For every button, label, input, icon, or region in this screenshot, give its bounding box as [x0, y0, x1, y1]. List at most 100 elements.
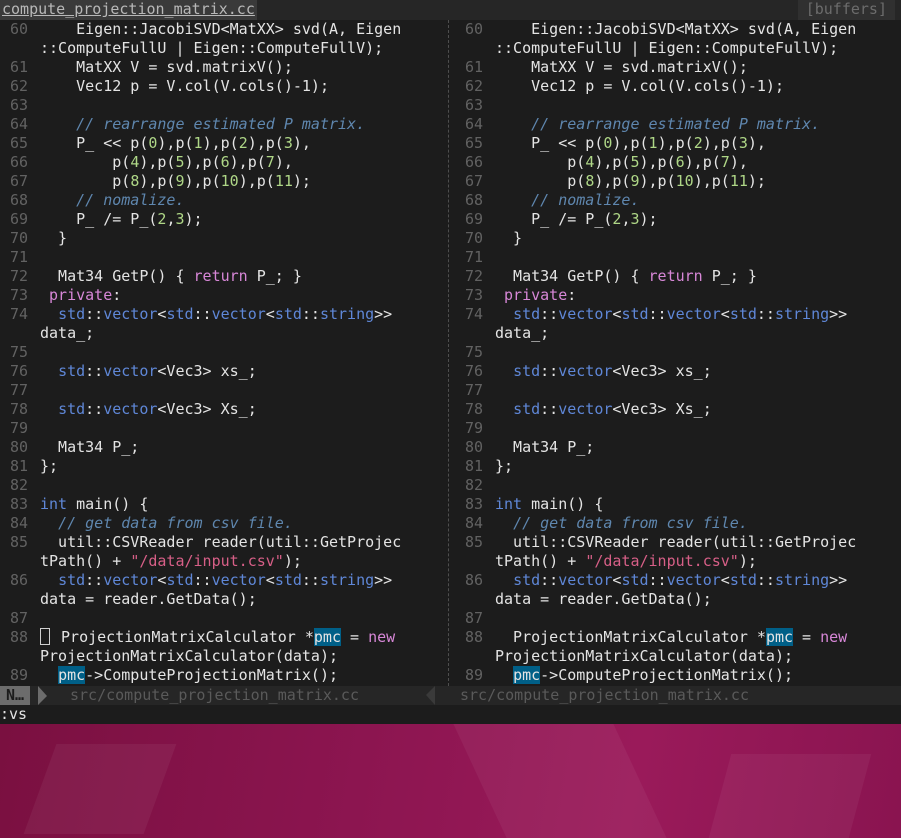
code-line[interactable]: 62 Vec12 p = V.col(V.cols()-1); — [0, 77, 443, 96]
code-line[interactable]: 76 std::vector<Vec3> xs_; — [455, 362, 901, 381]
editor-pane-right[interactable]: 60 Eigen::JacobiSVD<MatXX> svd(A, Eigen:… — [455, 20, 901, 686]
code-token: vector — [558, 400, 613, 418]
code-line[interactable]: 80 Mat34 P_; — [455, 438, 901, 457]
code-line[interactable]: 72 Mat34 GetP() { return P_; } — [0, 267, 443, 286]
code-line[interactable]: 78 std::vector<Vec3> Xs_; — [0, 400, 443, 419]
code-line[interactable]: 84 // get data from csv file. — [455, 514, 901, 533]
pane-divider[interactable] — [443, 20, 455, 686]
tab-active-file[interactable]: compute_projection_matrix.cc — [0, 0, 257, 20]
code-line[interactable]: tPath() + "/data/input.csv"); — [455, 552, 901, 571]
line-number: 86 — [9, 571, 28, 589]
code-line[interactable]: 74 std::vector<std::vector<std::string>> — [455, 305, 901, 324]
terminal-window[interactable]: compute_projection_matrix.cc [buffers] 6… — [0, 0, 901, 724]
code-line[interactable]: 73 private: — [0, 286, 443, 305]
code-line[interactable]: ProjectionMatrixCalculator(data); — [455, 647, 901, 666]
code-line[interactable]: 66 p(4),p(5),p(6),p(7), — [0, 153, 443, 172]
code-line[interactable]: 71 — [0, 248, 443, 267]
code-line[interactable]: 69 P_ /= P_(2,3); — [0, 210, 443, 229]
code-token: vector — [103, 400, 158, 418]
code-token: std — [166, 571, 194, 589]
code-line[interactable]: 63 — [455, 96, 901, 115]
code-line[interactable]: 77 — [455, 381, 901, 400]
code-token: 8 — [585, 172, 595, 190]
line-number: 70 — [464, 229, 483, 247]
code-line[interactable]: 88 ProjectionMatrixCalculator *pmc = new — [0, 628, 443, 647]
code-line[interactable]: 81}; — [0, 457, 443, 476]
code-line[interactable]: 64 // rearrange estimated P matrix. — [455, 115, 901, 134]
code-token: ),p( — [594, 172, 631, 190]
code-line[interactable]: data_; — [0, 324, 443, 343]
code-line[interactable]: 83 int main() { — [0, 495, 443, 514]
code-line[interactable]: 62 Vec12 p = V.col(V.cols()-1); — [455, 77, 901, 96]
code-line[interactable]: 87 — [455, 609, 901, 628]
code-line[interactable]: 82 — [455, 476, 901, 495]
code-line[interactable]: 68 // nomalize. — [0, 191, 443, 210]
code-line[interactable]: 89 pmc->ComputeProjectionMatrix(); — [0, 666, 443, 685]
code-line[interactable]: 88 ProjectionMatrixCalculator *pmc = new — [455, 628, 901, 647]
code-line[interactable]: 70 } — [0, 229, 443, 248]
code-token: ); — [292, 172, 311, 190]
code-line[interactable]: 61 MatXX V = svd.matrixV(); — [0, 58, 443, 77]
code-line[interactable]: 79 — [0, 419, 443, 438]
line-number: 84 — [464, 514, 483, 532]
code-token: string — [319, 305, 375, 323]
code-line[interactable]: 66 p(4),p(5),p(6),p(7), — [455, 153, 901, 172]
code-text: std::vector<Vec3> xs_; — [495, 362, 712, 381]
code-line[interactable]: 87 — [0, 609, 443, 628]
code-line[interactable]: data = reader.GetData(); — [455, 590, 901, 609]
code-line[interactable]: ::ComputeFullU | Eigen::ComputeFullV); — [455, 39, 901, 58]
code-line[interactable]: ::ComputeFullU | Eigen::ComputeFullV); — [0, 39, 443, 58]
code-token: 4 — [585, 153, 595, 171]
code-line[interactable]: 72 Mat34 GetP() { return P_; } — [455, 267, 901, 286]
code-line[interactable]: 60 Eigen::JacobiSVD<MatXX> svd(A, Eigen — [455, 20, 901, 39]
code-line[interactable]: 84 // get data from csv file. — [0, 514, 443, 533]
code-line[interactable]: data_; — [455, 324, 901, 343]
code-line[interactable]: 75 — [455, 343, 901, 362]
code-line[interactable]: 60 Eigen::JacobiSVD<MatXX> svd(A, Eigen — [0, 20, 443, 39]
line-number: 71 — [9, 248, 28, 266]
code-line[interactable]: 61 MatXX V = svd.matrixV(); — [455, 58, 901, 77]
code-line[interactable]: 67 p(8),p(9),p(10),p(11); — [455, 172, 901, 191]
code-line[interactable]: 82 — [0, 476, 443, 495]
code-line[interactable]: 79 — [455, 419, 901, 438]
code-line[interactable]: 73 private: — [455, 286, 901, 305]
tabline: compute_projection_matrix.cc [buffers] — [0, 0, 901, 20]
code-line[interactable]: tPath() + "/data/input.csv"); — [0, 552, 443, 571]
code-line[interactable]: 65 P_ << p(0),p(1),p(2),p(3), — [455, 134, 901, 153]
code-line[interactable]: 81}; — [455, 457, 901, 476]
code-line[interactable]: 85 util::CSVReader reader(util::GetProje… — [0, 533, 443, 552]
code-line[interactable]: data = reader.GetData(); — [0, 590, 443, 609]
code-line[interactable]: 74 std::vector<std::vector<std::string>> — [0, 305, 443, 324]
line-number: 65 — [9, 134, 28, 152]
code-line[interactable]: 83 int main() { — [455, 495, 901, 514]
code-line[interactable]: 77 — [0, 381, 443, 400]
command-line[interactable]: :vs — [0, 705, 901, 724]
code-line[interactable]: ProjectionMatrixCalculator(data); — [0, 647, 443, 666]
code-token: P_ << p( — [40, 134, 149, 152]
code-token: // get data from csv file. — [513, 514, 748, 532]
code-line[interactable]: 86 std::vector<std::vector<std::string>> — [455, 571, 901, 590]
code-line[interactable]: 86 std::vector<std::vector<std::string>> — [0, 571, 443, 590]
code-line[interactable]: 63 — [0, 96, 443, 115]
code-token: ); — [639, 210, 658, 228]
editor-pane-left[interactable]: 60 Eigen::JacobiSVD<MatXX> svd(A, Eigen:… — [0, 20, 443, 686]
code-line[interactable]: 89 pmc->ComputeProjectionMatrix(); — [455, 666, 901, 685]
code-text: } — [40, 229, 67, 248]
code-line[interactable]: 80 Mat34 P_; — [0, 438, 443, 457]
code-line[interactable]: 65 P_ << p(0),p(1),p(2),p(3), — [0, 134, 443, 153]
code-line[interactable]: 69 P_ /= P_(2,3); — [455, 210, 901, 229]
line-number: 84 — [9, 514, 28, 532]
code-line[interactable]: 70 } — [455, 229, 901, 248]
code-line[interactable]: 68 // nomalize. — [455, 191, 901, 210]
code-line[interactable]: 78 std::vector<Vec3> Xs_; — [455, 400, 901, 419]
code-line[interactable]: 76 std::vector<Vec3> xs_; — [0, 362, 443, 381]
code-text: tPath() + "/data/input.csv"); — [495, 552, 757, 571]
code-token: ProjectionMatrixCalculator(data); — [40, 647, 339, 665]
code-line[interactable]: 85 util::CSVReader reader(util::GetProje… — [455, 533, 901, 552]
code-line[interactable]: 71 — [455, 248, 901, 267]
code-line[interactable]: 75 — [0, 343, 443, 362]
code-line[interactable]: 67 p(8),p(9),p(10),p(11); — [0, 172, 443, 191]
line-number — [0, 324, 40, 343]
code-token: new — [368, 628, 396, 646]
code-line[interactable]: 64 // rearrange estimated P matrix. — [0, 115, 443, 134]
